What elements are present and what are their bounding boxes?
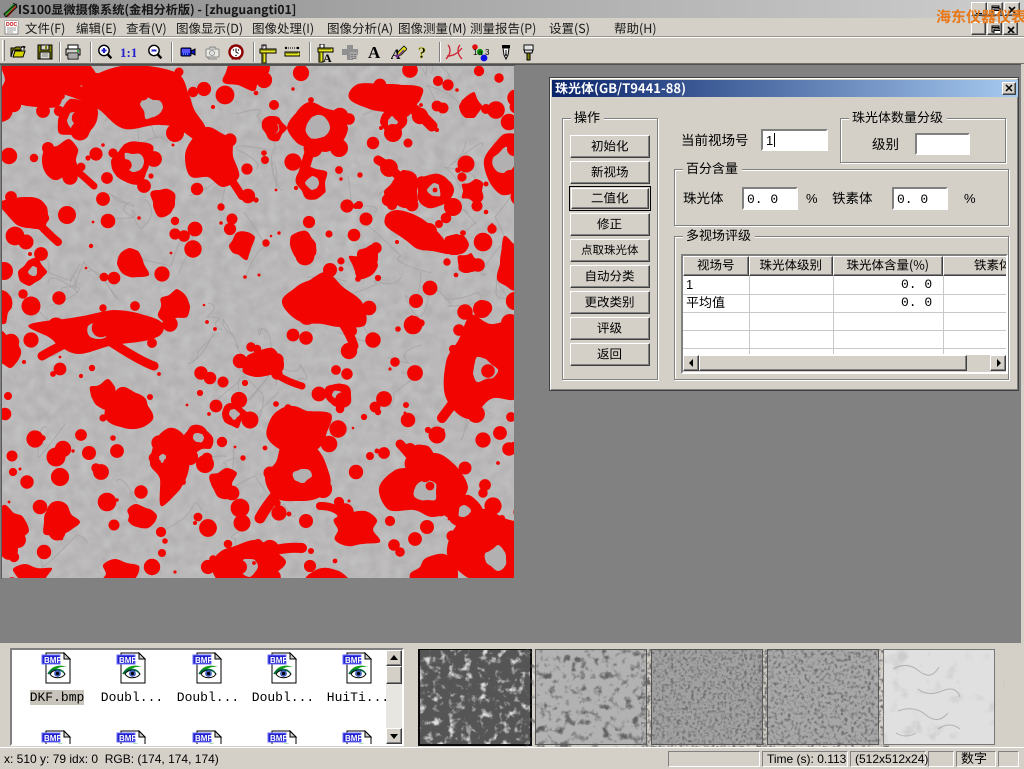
svg-text:DOC: DOC: [6, 22, 18, 28]
svg-text:BMP: BMP: [195, 734, 213, 743]
svg-text:a: a: [478, 48, 483, 57]
svg-text:BMP: BMP: [270, 734, 288, 743]
svg-text:BMP: BMP: [270, 656, 288, 665]
svg-text:BMP: BMP: [119, 656, 137, 665]
svg-text:?: ?: [418, 45, 426, 62]
svg-text:BMP: BMP: [345, 656, 363, 665]
svg-text:3: 3: [485, 48, 490, 57]
svg-text:1:1: 1:1: [120, 45, 136, 60]
svg-text:BMP: BMP: [119, 734, 137, 743]
svg-text:BMP: BMP: [195, 656, 213, 665]
svg-text:A: A: [323, 51, 332, 64]
svg-text:BMP: BMP: [345, 734, 363, 743]
svg-text:A: A: [368, 44, 381, 62]
svg-text:BMP: BMP: [44, 734, 62, 743]
svg-text:BMP: BMP: [44, 656, 62, 665]
